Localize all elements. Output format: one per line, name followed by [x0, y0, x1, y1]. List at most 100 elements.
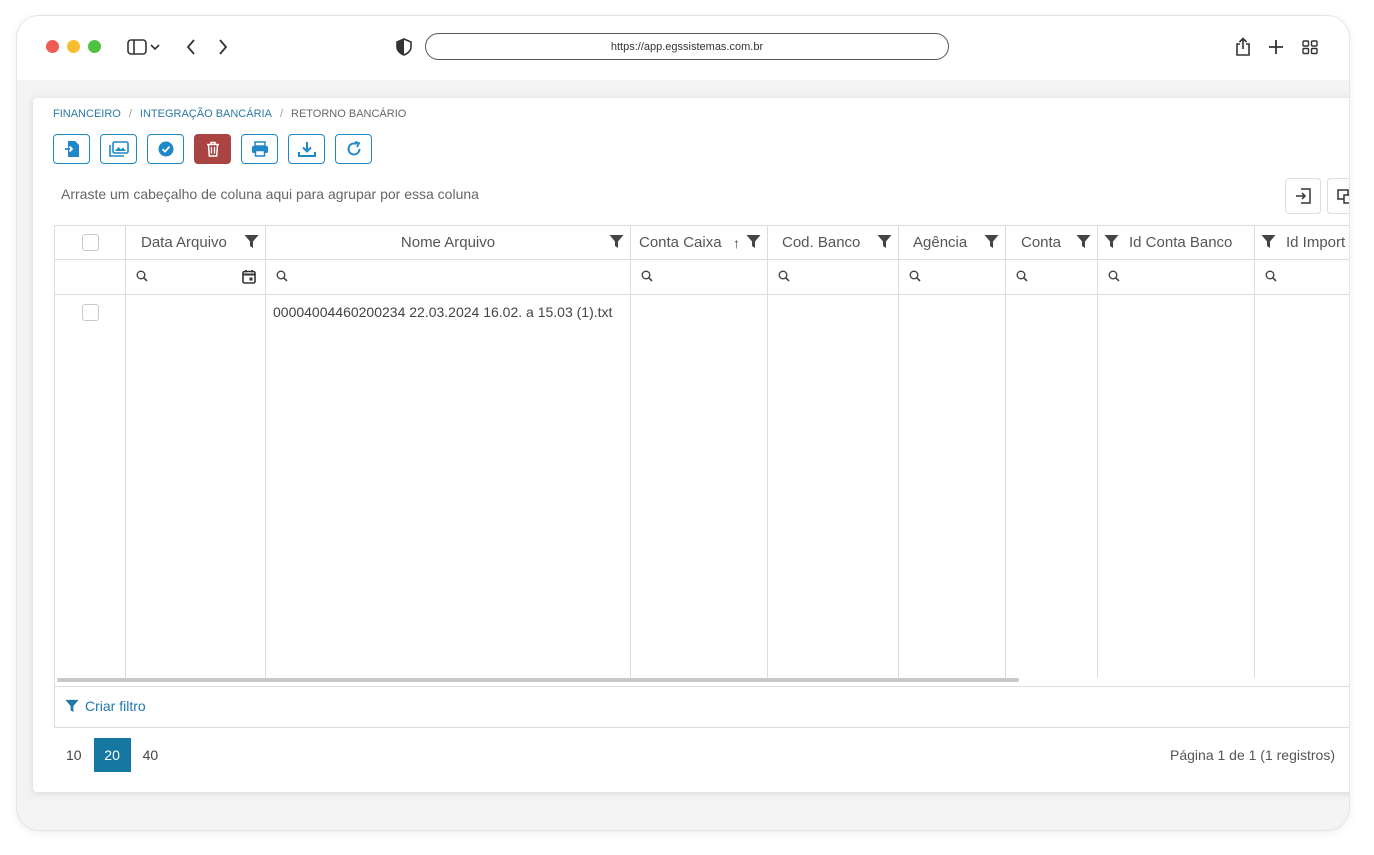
delete-button[interactable]	[194, 134, 231, 164]
filter-conta[interactable]	[1006, 260, 1097, 295]
calendar-icon[interactable]	[242, 269, 256, 289]
breadcrumb-integracao-bancaria[interactable]: INTEGRAÇÃO BANCÁRIA	[140, 108, 272, 120]
header-label: Data Arquivo	[141, 234, 227, 251]
print-button[interactable]	[241, 134, 278, 164]
page-size-40[interactable]: 40	[131, 738, 171, 772]
select-all-header	[55, 226, 125, 260]
file-import-icon	[64, 141, 79, 157]
shield-icon[interactable]	[392, 36, 416, 58]
sidebar-toggle-icon[interactable]	[125, 36, 149, 58]
filter-icon[interactable]	[984, 234, 999, 249]
create-filter-label: Criar filtro	[85, 698, 146, 714]
column-id-import: Id Import	[1255, 226, 1349, 678]
filter-conta-caixa[interactable]	[631, 260, 767, 295]
search-icon	[276, 269, 288, 287]
horizontal-scrollbar[interactable]	[57, 678, 1019, 682]
header-label: Cod. Banco	[782, 234, 861, 251]
column-conta-caixa: Conta Caixa ↑	[631, 226, 768, 678]
page-size-20[interactable]: 20	[93, 738, 131, 772]
column-chooser-icon	[1337, 189, 1349, 204]
close-window-button[interactable]	[46, 40, 59, 53]
filter-id-conta-banco[interactable]	[1098, 260, 1254, 295]
breadcrumb-financeiro[interactable]: FINANCEIRO	[53, 108, 121, 120]
group-panel-hint[interactable]: Arraste um cabeçalho de coluna aqui para…	[61, 186, 479, 202]
breadcrumb: FINANCEIRO / INTEGRAÇÃO BANCÁRIA / RETOR…	[53, 108, 406, 120]
maximize-window-button[interactable]	[88, 40, 101, 53]
select-column	[55, 226, 126, 678]
tab-overview-icon[interactable]	[1298, 36, 1322, 58]
search-icon	[909, 269, 921, 287]
sort-ascending-icon: ↑	[733, 234, 740, 251]
data-grid: Data Arquivo Nome Arquivo 00004004460200…	[54, 225, 1349, 687]
images-icon	[108, 141, 129, 157]
select-all-checkbox[interactable]	[81, 234, 99, 251]
search-icon	[136, 269, 148, 287]
header-id-import[interactable]: Id Import	[1255, 226, 1349, 260]
filter-nome-arquivo[interactable]	[266, 260, 630, 295]
column-conta: Conta	[1006, 226, 1098, 678]
header-label: Nome Arquivo	[400, 234, 496, 251]
filter-icon[interactable]	[244, 234, 259, 249]
header-label: Id Import	[1286, 234, 1346, 251]
filter-panel: Criar filtro	[54, 686, 1349, 728]
content-card: FINANCEIRO / INTEGRAÇÃO BANCÁRIA / RETOR…	[33, 98, 1349, 792]
header-id-conta-banco[interactable]: Id Conta Banco	[1098, 226, 1254, 260]
row-checkbox[interactable]	[82, 304, 99, 321]
header-conta[interactable]: Conta	[1006, 226, 1097, 260]
back-icon[interactable]	[179, 36, 203, 58]
column-id-conta-banco: Id Conta Banco	[1098, 226, 1255, 678]
images-button[interactable]	[100, 134, 137, 164]
filter-id-import[interactable]	[1255, 260, 1349, 295]
filter-icon[interactable]	[746, 234, 761, 249]
column-chooser-button[interactable]	[1327, 178, 1349, 214]
share-icon[interactable]	[1231, 36, 1255, 58]
browser-titlebar: https://app.egssistemas.com.br	[17, 16, 1349, 80]
breadcrumb-retorno-bancario: RETORNO BANCÁRIO	[291, 108, 407, 120]
filter-icon	[65, 699, 79, 713]
download-icon	[297, 142, 316, 157]
header-conta-caixa[interactable]: Conta Caixa ↑	[631, 226, 767, 260]
toolbar	[53, 134, 372, 164]
grid-tools	[1285, 178, 1349, 214]
minimize-window-button[interactable]	[67, 40, 80, 53]
forward-icon[interactable]	[211, 36, 235, 58]
address-bar[interactable]: https://app.egssistemas.com.br	[425, 33, 949, 60]
column-data-arquivo: Data Arquivo	[126, 226, 266, 678]
filter-icon[interactable]	[1261, 234, 1276, 249]
check-circle-icon	[158, 141, 173, 157]
column-agencia: Agência	[899, 226, 1006, 678]
chevron-down-icon[interactable]	[148, 36, 162, 58]
confirm-button[interactable]	[147, 134, 184, 164]
breadcrumb-separator: /	[279, 108, 283, 120]
export-button[interactable]	[1285, 178, 1321, 214]
cell-nome-arquivo[interactable]: 00004004460200234 22.03.2024 16.02. a 15…	[273, 304, 612, 320]
filter-icon[interactable]	[1104, 234, 1119, 249]
column-nome-arquivo: Nome Arquivo 00004004460200234 22.03.202…	[266, 226, 631, 678]
page-size-selector: 10 20 40	[54, 738, 170, 772]
url-text: https://app.egssistemas.com.br	[610, 40, 764, 53]
search-icon	[641, 269, 653, 287]
filter-agencia[interactable]	[899, 260, 1005, 295]
header-nome-arquivo[interactable]: Nome Arquivo	[266, 226, 630, 260]
search-icon	[1016, 269, 1028, 287]
filter-icon[interactable]	[877, 234, 892, 249]
browser-window: https://app.egssistemas.com.br FINANCEIR…	[17, 16, 1349, 830]
trash-icon	[206, 141, 219, 157]
header-data-arquivo[interactable]: Data Arquivo	[126, 226, 265, 260]
filter-cod-banco[interactable]	[768, 260, 898, 295]
header-label: Conta	[1021, 234, 1062, 251]
new-tab-icon[interactable]	[1264, 36, 1288, 58]
breadcrumb-separator: /	[128, 108, 132, 120]
download-button[interactable]	[288, 134, 325, 164]
filter-icon[interactable]	[609, 234, 624, 249]
header-cod-banco[interactable]: Cod. Banco	[768, 226, 898, 260]
create-filter-link[interactable]: Criar filtro	[65, 698, 146, 714]
refresh-button[interactable]	[335, 134, 372, 164]
filter-icon[interactable]	[1076, 234, 1091, 249]
header-agencia[interactable]: Agência	[899, 226, 1005, 260]
filter-data-arquivo[interactable]	[126, 260, 265, 295]
import-file-button[interactable]	[53, 134, 90, 164]
header-label: Agência	[913, 234, 968, 251]
page-size-10[interactable]: 10	[54, 738, 94, 772]
select-filter-cell	[55, 260, 125, 295]
